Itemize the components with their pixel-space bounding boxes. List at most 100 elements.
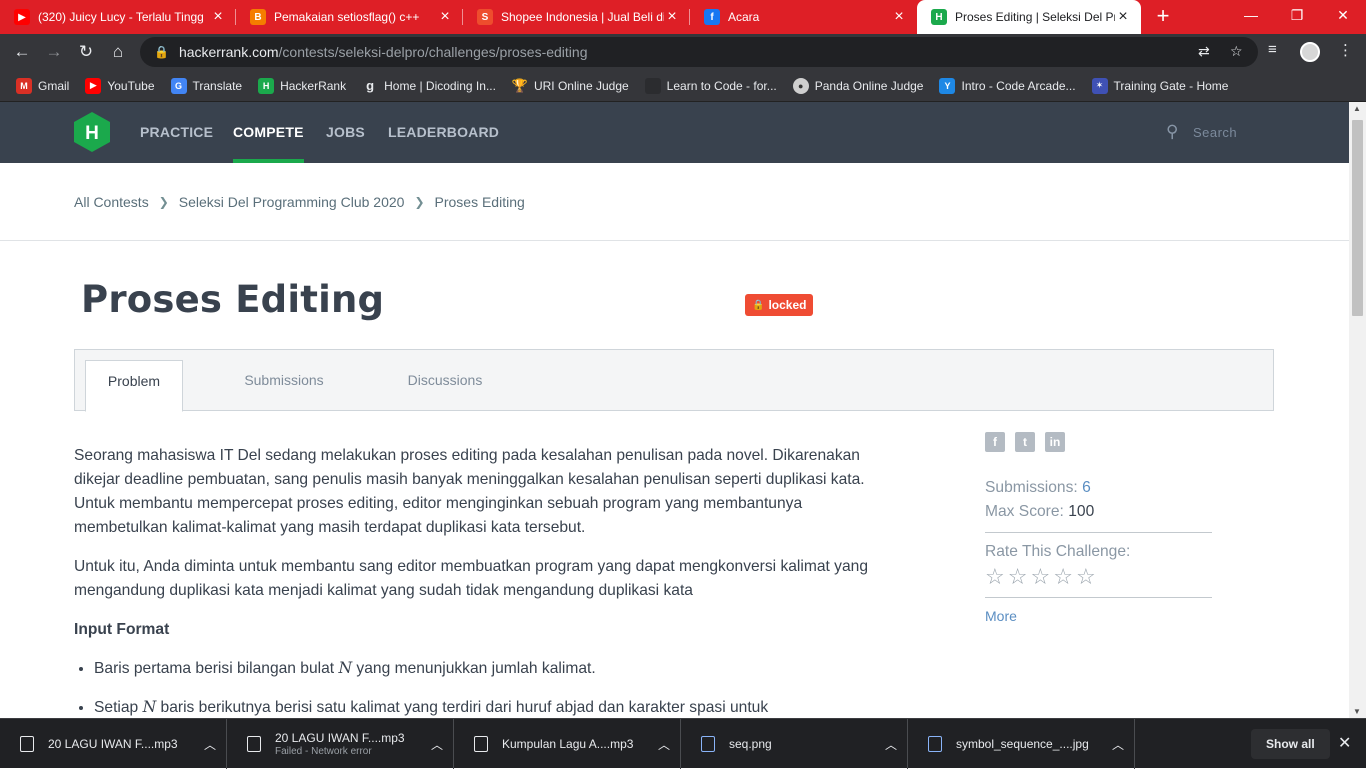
browser-tab-active[interactable]: H Proses Editing | Seleksi Del Pro × [917, 0, 1141, 34]
nav-practice[interactable]: PRACTICE [140, 102, 213, 163]
back-button[interactable]: ← [8, 38, 36, 66]
hackerrank-icon: H [931, 9, 947, 25]
download-item[interactable]: seq.png ︿ [681, 719, 908, 769]
hackerrank-logo[interactable]: H [74, 112, 110, 152]
sidebar-divider [985, 532, 1212, 533]
download-status: Failed - Network error [275, 746, 372, 757]
star-icon[interactable]: ☆ [1053, 565, 1073, 589]
rate-label: Rate This Challenge: [985, 543, 1131, 560]
tab-discussions[interactable]: Discussions [387, 360, 503, 411]
minimize-button[interactable]: — [1228, 0, 1274, 30]
browser-tab[interactable]: ▶ (320) Juicy Lucy - Terlalu Tingg × [0, 0, 236, 34]
close-icon[interactable]: × [891, 8, 907, 26]
close-icon[interactable]: × [1115, 8, 1131, 26]
show-all-downloads-button[interactable]: Show all [1251, 729, 1330, 759]
facebook-icon[interactable]: f [985, 432, 1005, 452]
close-icon[interactable]: × [437, 8, 453, 26]
bookmark-training-gate[interactable]: ✶ Training Gate - Home [1091, 77, 1228, 94]
blogger-icon: B [250, 9, 266, 25]
submissions-stat: Submissions: 6 [985, 476, 1213, 500]
close-icon[interactable]: × [664, 8, 680, 26]
tab-submissions[interactable]: Submissions [225, 360, 343, 411]
chevron-up-icon[interactable]: ︿ [648, 736, 680, 753]
max-score-value: 100 [1068, 503, 1095, 520]
translate-page-icon[interactable]: ⇄ [1198, 43, 1210, 60]
sidebar-divider [985, 597, 1212, 598]
svg-text:H: H [85, 123, 99, 144]
bookmark-dicoding[interactable]: g Home | Dicoding In... [362, 78, 496, 94]
window-close-button[interactable]: ✕ [1320, 0, 1366, 30]
new-tab-button[interactable]: + [1150, 4, 1176, 30]
nav-compete[interactable]: COMPETE [233, 102, 304, 163]
more-link[interactable]: More [985, 608, 1213, 624]
submissions-count-link[interactable]: 6 [1082, 479, 1091, 496]
close-icon[interactable]: × [210, 8, 226, 26]
bookmark-panda-online-judge[interactable]: ● Panda Online Judge [792, 77, 923, 94]
file-icon [474, 736, 488, 752]
nav-leaderboard[interactable]: LEADERBOARD [388, 102, 499, 163]
maximize-button[interactable]: ❐ [1274, 0, 1320, 30]
close-icon[interactable]: ✕ [1338, 733, 1351, 753]
bookmark-label: Intro - Code Arcade... [961, 78, 1076, 93]
download-item[interactable]: 20 LAGU IWAN F....mp3 Failed - Network er… [227, 719, 454, 769]
math-variable: N [142, 698, 157, 716]
downloads-shelf: 20 LAGU IWAN F....mp3 ︿ 20 LAGU IWAN F..… [0, 718, 1366, 769]
bookmark-translate[interactable]: G Translate [170, 77, 242, 94]
browser-tab[interactable]: B Pemakaian setiosflag() c++ × [236, 0, 463, 34]
math-variable: N [338, 659, 353, 677]
browser-tab[interactable]: S Shopee Indonesia | Jual Beli di × [463, 0, 690, 34]
twitter-icon[interactable]: t [1015, 432, 1035, 452]
gmail-icon: M [16, 77, 32, 94]
header-divider [0, 240, 1349, 241]
search-box[interactable]: ⚲ Search [1166, 122, 1237, 142]
address-bar[interactable]: 🔒 hackerrank.com /contests/seleksi-delpr… [140, 37, 1258, 67]
panda-icon: ● [792, 77, 809, 94]
home-button[interactable]: ⌂ [104, 38, 132, 66]
profile-avatar[interactable] [1300, 42, 1320, 62]
breadcrumb-challenge[interactable]: Proses Editing [435, 194, 525, 210]
bookmark-freecodecamp[interactable]: Learn to Code - for... [644, 77, 777, 94]
download-item[interactable]: Kumpulan Lagu A....mp3 ︿ [454, 719, 681, 769]
scroll-down-icon[interactable]: ▼ [1353, 707, 1361, 716]
download-filename: 20 LAGU IWAN F....mp3 [275, 731, 405, 745]
download-name: seq.png [729, 737, 772, 751]
star-icon[interactable]: ☆ [1030, 565, 1050, 589]
bookmark-code-arcade[interactable]: Y Intro - Code Arcade... [939, 77, 1076, 94]
download-item[interactable]: 20 LAGU IWAN F....mp3 ︿ [0, 719, 227, 769]
bookmarks-bar: M Gmail ▶ YouTube G Translate H HackerRank g… [0, 70, 1366, 102]
chevron-right-icon: ❯ [158, 195, 169, 209]
chevron-up-icon[interactable]: ︿ [194, 736, 226, 753]
tab-problem[interactable]: Problem [85, 360, 183, 412]
nav-jobs[interactable]: JOBS [326, 102, 365, 163]
file-icon [20, 736, 34, 752]
reload-button[interactable]: ↻ [72, 38, 100, 66]
bookmark-youtube[interactable]: ▶ YouTube [85, 77, 155, 94]
bookmark-star-icon[interactable]: ☆ [1230, 43, 1243, 60]
forward-button[interactable]: → [40, 38, 68, 66]
media-control-icon[interactable]: ≡ [1268, 41, 1277, 58]
hackerrank-navbar: H PRACTICE COMPETE JOBS LEADERBOARD ⚲ Se… [0, 102, 1349, 163]
browser-tab[interactable]: f Acara × [690, 0, 917, 34]
linkedin-icon[interactable]: in [1045, 432, 1065, 452]
lock-icon: 🔒 [154, 45, 169, 59]
breadcrumb-contest[interactable]: Seleksi Del Programming Club 2020 [179, 194, 405, 210]
statement-paragraph: Untuk itu, Anda diminta untuk membantu s… [74, 558, 868, 599]
star-icon[interactable]: ☆ [985, 565, 1005, 589]
star-icon[interactable]: ☆ [1076, 565, 1096, 589]
chevron-up-icon[interactable]: ︿ [1102, 736, 1134, 753]
scroll-up-icon[interactable]: ▲ [1353, 104, 1361, 113]
chevron-up-icon[interactable]: ︿ [421, 736, 453, 753]
bookmark-hackerrank[interactable]: H HackerRank [258, 77, 346, 94]
bookmark-label: URI Online Judge [533, 78, 629, 93]
browser-menu-icon[interactable]: ⋮ [1338, 41, 1353, 59]
badge-label: locked [768, 298, 807, 312]
star-icon[interactable]: ☆ [1008, 565, 1028, 589]
chevron-up-icon[interactable]: ︿ [875, 736, 907, 753]
page-scrollbar[interactable]: ▲ ▼ [1349, 102, 1366, 718]
bookmark-gmail[interactable]: M Gmail [16, 77, 69, 94]
bookmark-uri-online-judge[interactable]: 🏆 URI Online Judge [512, 78, 629, 94]
youtube-icon: ▶ [85, 77, 102, 94]
breadcrumb-all-contests[interactable]: All Contests [74, 194, 149, 210]
download-item[interactable]: symbol_sequence_....jpg ︿ [908, 719, 1135, 769]
scrollbar-thumb[interactable] [1352, 120, 1363, 316]
